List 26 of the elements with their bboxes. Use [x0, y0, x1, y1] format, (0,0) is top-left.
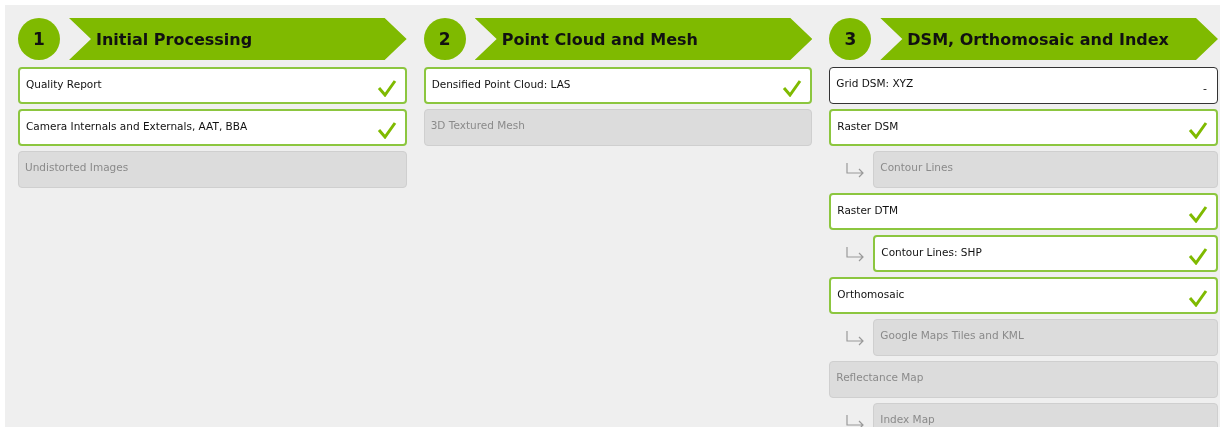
output-item[interactable]: Contour Lines: SHP [873, 235, 1218, 272]
output-item[interactable]: Orthomosaic [829, 277, 1218, 314]
output-item[interactable]: Quality Report [18, 67, 407, 104]
step-number: 1 [18, 18, 60, 60]
checkmark-icon [1188, 205, 1208, 223]
checkmark-icon [376, 79, 397, 97]
sub-arrow-icon [845, 329, 866, 346]
sub-arrow-icon [845, 413, 866, 427]
step-number: 3 [829, 18, 872, 60]
step-number: 2 [423, 18, 466, 60]
step-title: Point Cloud and Mesh [474, 18, 813, 60]
step-title: DSM, Orthomosaic and Index [880, 18, 1218, 60]
output-item[interactable]: Raster DSM [829, 109, 1218, 146]
output-item[interactable]: Raster DTM [829, 193, 1218, 230]
checkmark-icon [1188, 247, 1208, 265]
status-indicator: - [1203, 82, 1207, 95]
output-item[interactable]: Grid DSM: XYZ - [829, 67, 1218, 104]
step-title: Initial Processing [69, 18, 407, 60]
output-item[interactable]: Camera Internals and Externals, AAT, BBA [18, 109, 407, 146]
sub-arrow-icon [845, 245, 866, 262]
checkmark-icon [1188, 289, 1208, 307]
checkmark-icon [376, 121, 397, 139]
sub-arrow-icon [845, 161, 866, 178]
output-item[interactable]: Densified Point Cloud: LAS [423, 67, 813, 104]
checkmark-icon [1188, 121, 1208, 139]
checkmark-icon [782, 79, 803, 97]
